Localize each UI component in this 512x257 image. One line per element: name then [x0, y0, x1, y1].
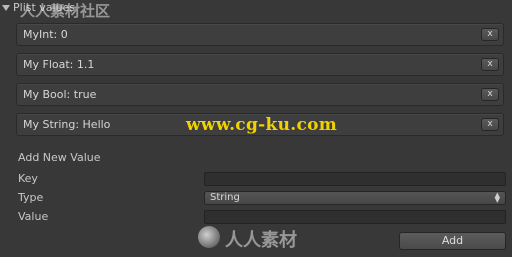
- type-select-value: String: [210, 192, 240, 203]
- remove-entry-button[interactable]: x: [481, 118, 499, 131]
- watermark-logo-icon: [198, 226, 220, 248]
- entry-label: My String: Hello: [23, 118, 111, 131]
- updown-arrows-icon: ▲ ▼: [494, 191, 500, 204]
- value-field[interactable]: [204, 210, 506, 224]
- key-label: Key: [18, 172, 38, 185]
- watermark-text-bottom: 人人素材: [225, 230, 297, 251]
- remove-entry-button[interactable]: x: [481, 88, 499, 101]
- type-label: Type: [18, 191, 44, 204]
- plist-entry: My Bool: true x: [16, 83, 504, 106]
- remove-entry-button[interactable]: x: [481, 28, 499, 41]
- add-button[interactable]: Add: [399, 232, 506, 250]
- entry-label: My Float: 1.1: [23, 58, 95, 71]
- plist-entry: My Float: 1.1 x: [16, 53, 504, 76]
- plist-inspector: Plist values MyInt: 0 x My Float: 1.1 x …: [0, 0, 512, 257]
- type-select[interactable]: String ▲ ▼: [204, 191, 506, 205]
- value-label: Value: [18, 210, 49, 223]
- foldout-arrow-icon[interactable]: [2, 4, 10, 11]
- plist-entry: MyInt: 0 x: [16, 23, 504, 46]
- watermark-text-top: 人人素材社区: [20, 2, 111, 20]
- entry-label: MyInt: 0: [23, 28, 68, 41]
- watermark-url: www.cg-ku.com: [186, 115, 338, 135]
- key-field[interactable]: [204, 172, 506, 186]
- add-new-value-title: Add New Value: [18, 151, 101, 164]
- entry-label: My Bool: true: [23, 88, 97, 101]
- remove-entry-button[interactable]: x: [481, 58, 499, 71]
